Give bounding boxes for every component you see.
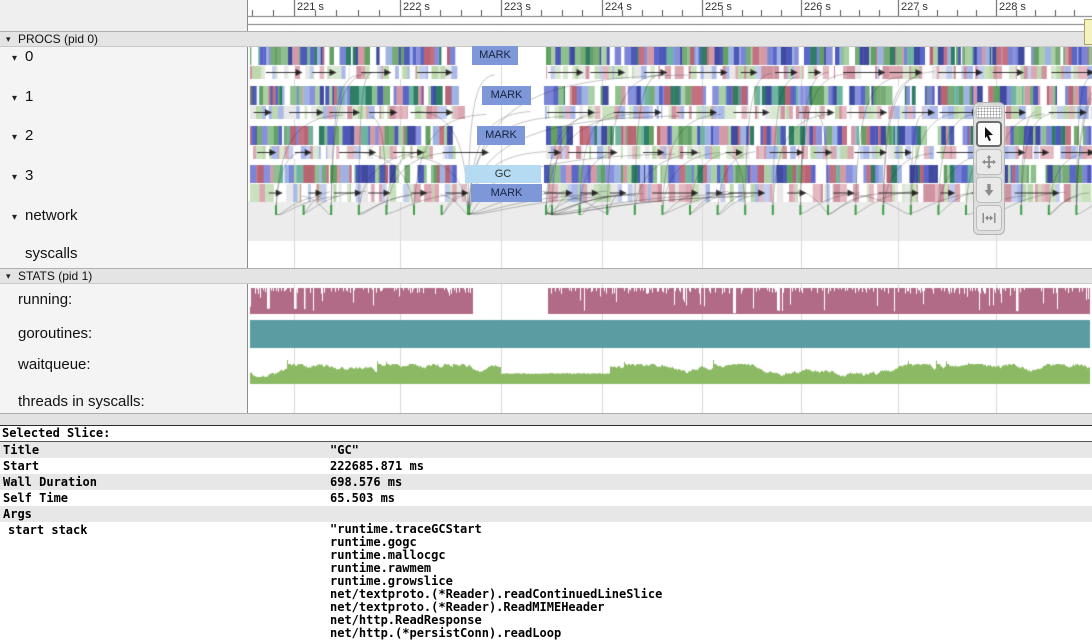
slice-mark[interactable]: MARK [477,126,525,145]
ruler-tick-label: 228 s [999,1,1026,13]
ruler-tick-label: 223 s [504,1,531,13]
palette-drag-handle-icon[interactable] [976,106,1002,119]
collapse-arrow-icon[interactable]: ▾ [12,129,17,146]
stats-section-header[interactable]: ▾ STATS (pid 1) [0,268,1092,284]
detail-label: Title [3,442,39,458]
detail-label: Args [3,506,32,522]
detail-row-title: Title "GC" [0,442,1092,458]
procs-section-label: PROCS (pid 0) [18,32,98,46]
detail-value: 222685.871 ms [330,458,424,474]
track-row-label: syscalls [25,245,78,262]
detail-row-start: Start 222685.871 ms [0,458,1092,474]
timeline-tracks-canvas[interactable] [248,0,1092,413]
track-row-label: running: [18,291,72,308]
timing-tool-button[interactable] [976,205,1002,231]
minimap-handle[interactable] [1084,19,1092,45]
selected-slice-panel: Selected Slice: Title "GC" Start 222685.… [0,425,1092,643]
ruler-tick-label: 225 s [705,1,732,13]
zoom-tool-button[interactable] [976,177,1002,203]
collapse-arrow-icon[interactable]: ▾ [6,32,11,46]
track-row-proc3[interactable]: ▾3 [25,167,33,184]
track-row-label: 3 [25,167,33,184]
ruler-tick-label: 222 s [403,1,430,13]
track-row-waitqueue[interactable]: waitqueue: [18,356,91,373]
track-row-syscalls[interactable]: syscalls [25,245,78,262]
timing-span-icon [981,210,997,226]
panel-divider[interactable] [0,413,1092,425]
track-row-label: network [25,207,78,224]
slice-mark[interactable]: MARK [471,184,542,202]
collapse-arrow-icon[interactable]: ▾ [12,50,17,67]
track-row-label: threads in syscalls: [18,393,145,410]
stack-trace-text: "runtime.traceGCStart runtime.gogc runti… [330,523,662,640]
pan-arrows-icon [981,154,997,170]
detail-row-self-time: Self Time 65.503 ms [0,490,1092,506]
track-row-label: 2 [25,127,33,144]
track-row-proc1[interactable]: ▾1 [25,88,33,105]
procs-section-header[interactable]: ▾ PROCS (pid 0) [0,31,1092,47]
selection-tool-button[interactable] [976,121,1002,147]
slice-mark[interactable]: MARK [482,86,531,105]
slice-mark[interactable]: MARK [472,46,518,65]
tool-palette [973,102,1005,235]
track-row-label: goroutines: [18,325,92,342]
track-row-proc0[interactable]: ▾0 [25,48,33,65]
detail-label: Start [3,458,39,474]
collapse-arrow-icon[interactable]: ▾ [6,269,11,283]
slice-gc[interactable]: GC [465,165,541,183]
track-row-label: 0 [25,48,33,65]
detail-row-args: Args [0,506,1092,522]
vertical-arrow-icon [981,182,997,198]
detail-label: Wall Duration [3,474,97,490]
detail-value: 65.503 ms [330,490,395,506]
ruler-tick-label: 226 s [804,1,831,13]
pan-tool-button[interactable] [976,149,1002,175]
ruler-tick-label: 224 s [605,1,632,13]
track-row-network[interactable]: ▾network [25,207,78,224]
collapse-arrow-icon[interactable]: ▾ [12,169,17,186]
detail-row-wall-duration: Wall Duration 698.576 ms [0,474,1092,490]
track-row-threads-in-syscalls[interactable]: threads in syscalls: [18,393,145,410]
collapse-arrow-icon[interactable]: ▾ [12,90,17,107]
selected-slice-heading: Selected Slice: [0,426,1092,442]
track-row-label: waitqueue: [18,356,91,373]
track-row-proc2[interactable]: ▾2 [25,127,33,144]
collapse-arrow-icon[interactable]: ▾ [12,209,17,226]
track-row-label: 1 [25,88,33,105]
ruler-tick-label: 221 s [297,1,324,13]
detail-value: 698.576 ms [330,474,402,490]
cursor-icon [981,126,997,142]
trace-viewer: 221 s 222 s 223 s 224 s 225 s 226 s 227 … [0,0,1092,643]
detail-label: Self Time [3,490,68,506]
track-row-goroutines[interactable]: goroutines: [18,325,92,342]
detail-label: start stack [8,522,87,538]
sidebar-corner [0,0,248,31]
ruler-tick-label: 227 s [901,1,928,13]
detail-value: "GC" [330,442,359,458]
stats-section-label: STATS (pid 1) [18,269,92,283]
track-row-running[interactable]: running: [18,291,72,308]
